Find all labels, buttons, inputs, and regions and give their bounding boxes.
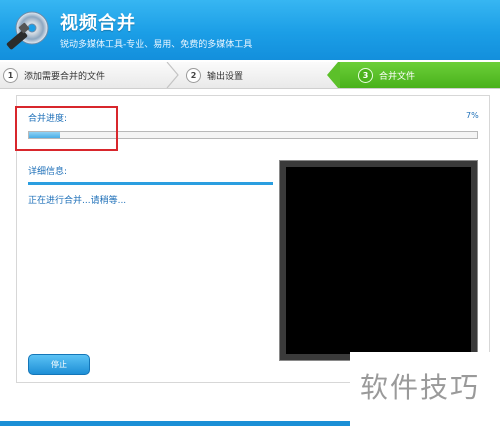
step-label: 合并文件: [379, 71, 416, 82]
step-number: 2: [186, 67, 201, 83]
details-status-text: 正在进行合并...请稍等...: [28, 196, 127, 206]
step-merge-files[interactable]: 3 合并文件: [338, 62, 500, 88]
annotation-highlight-box: [15, 106, 118, 151]
bottom-accent-bar: [0, 421, 350, 426]
details-divider: [28, 182, 273, 185]
app-header: 视频合并 锐动多媒体工具-专业、易用、免费的多媒体工具: [0, 0, 500, 60]
step-separator-icon: [166, 62, 179, 88]
watermark-text: 软件技巧: [360, 371, 481, 404]
step-progress-bar: 1 添加需要合并的文件 2 输出设置 3 合并文件: [0, 62, 500, 89]
step-label: 添加需要合并的文件: [24, 71, 106, 82]
step-label: 输出设置: [207, 71, 244, 82]
details-label: 详细信息:: [28, 167, 68, 177]
step-number: 1: [3, 67, 18, 83]
step-number: 3: [358, 67, 373, 83]
video-preview: [279, 160, 478, 361]
step-output-settings[interactable]: 2 输出设置: [186, 62, 243, 88]
app-subtitle: 锐动多媒体工具-专业、易用、免费的多媒体工具: [60, 40, 253, 50]
app-title: 视频合并: [60, 13, 136, 34]
step-active-arrow-icon: [327, 62, 340, 88]
progress-percent: 7%: [466, 111, 479, 120]
step-add-files[interactable]: 1 添加需要合并的文件: [3, 62, 105, 88]
app-logo-icon: [6, 11, 49, 50]
stop-button[interactable]: 停止: [28, 354, 90, 375]
